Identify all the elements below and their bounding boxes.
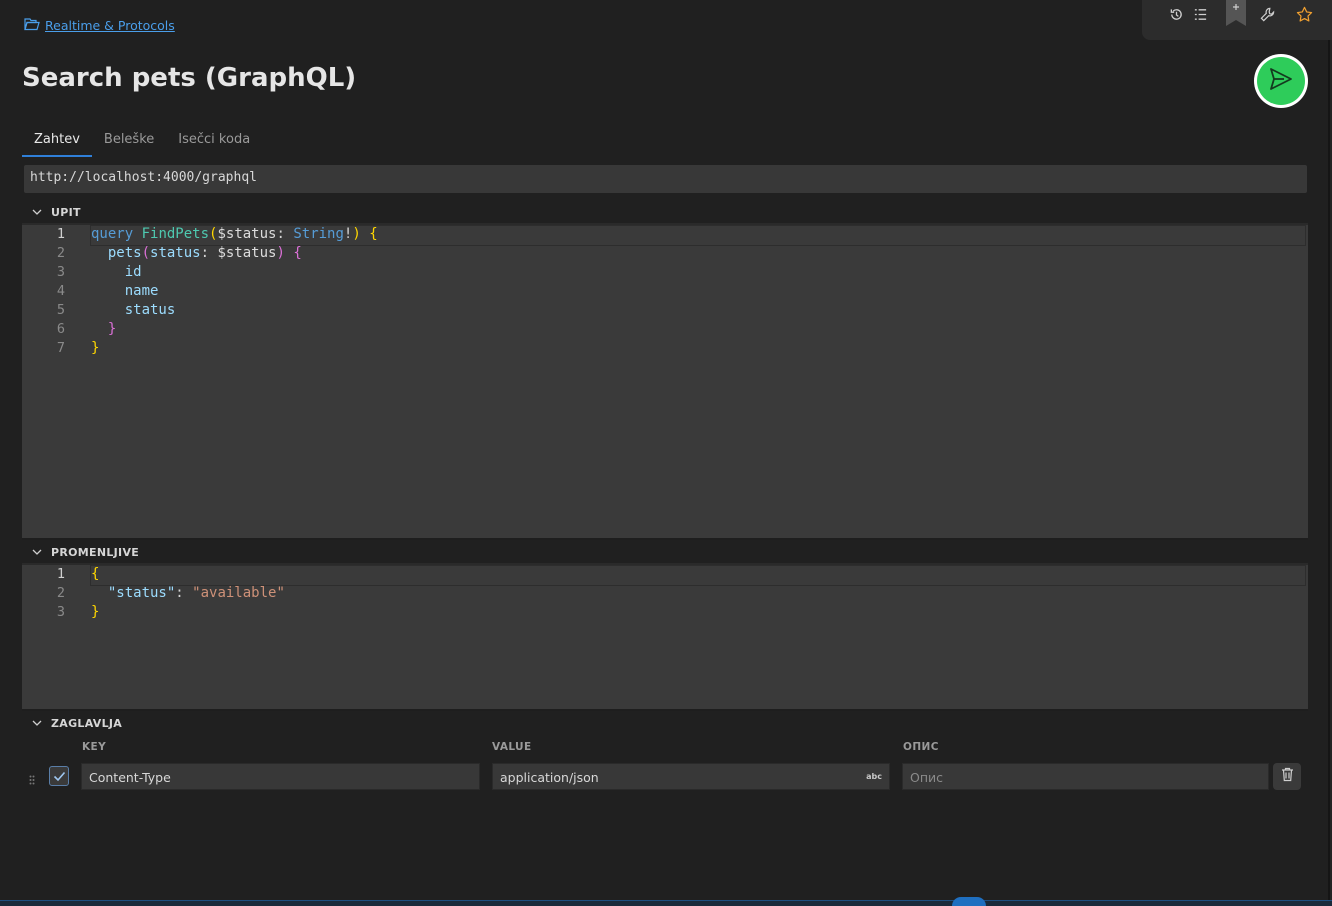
- toolbar: [1142, 0, 1332, 40]
- chevron-down-icon: [32, 206, 42, 219]
- code-line: 4 name: [56, 283, 159, 299]
- key-column-header: KEY: [82, 741, 107, 753]
- delete-header-button[interactable]: [1273, 763, 1301, 790]
- trash-icon: [1281, 767, 1294, 786]
- code-line: 7}: [56, 340, 100, 356]
- wrench-icon[interactable]: [1258, 5, 1276, 23]
- code-line: 1{: [22, 565, 1308, 586]
- header-enabled-checkbox[interactable]: [49, 766, 69, 786]
- code-line: 1 query FindPets($status: String!) {: [22, 225, 1308, 246]
- checkmark-icon: [53, 767, 66, 786]
- status-bar: [0, 900, 1332, 906]
- page-title: Search pets (GraphQL): [22, 63, 357, 93]
- header-key-input[interactable]: Content-Type: [81, 763, 480, 790]
- list-icon[interactable]: [1191, 5, 1209, 23]
- chevron-down-icon: [32, 546, 42, 559]
- value-column-header: VALUE: [492, 741, 532, 753]
- headers-section-header[interactable]: ZAGLAVLJA: [32, 717, 122, 730]
- variables-section-label: PROMENLJIVE: [51, 546, 140, 559]
- description-column-header: ОПИС: [903, 741, 939, 753]
- query-section-label: UPIT: [51, 206, 81, 219]
- chevron-down-icon: [32, 717, 42, 730]
- star-icon[interactable]: [1295, 5, 1313, 23]
- variables-editor[interactable]: 1{ 2 "status": "available" 3}: [22, 563, 1308, 711]
- bookmark-icon[interactable]: [1226, 0, 1246, 26]
- headers-section-label: ZAGLAVLJA: [51, 717, 123, 730]
- header-description-input[interactable]: Опис: [902, 763, 1269, 790]
- tab-notes[interactable]: Beleške: [92, 128, 166, 157]
- header-value-input[interactable]: application/json abc: [492, 763, 890, 790]
- query-section-header[interactable]: UPIT: [32, 206, 81, 219]
- code-line: 6 }: [56, 321, 117, 337]
- header-value-text: application/json: [500, 770, 599, 785]
- send-button[interactable]: [1254, 54, 1308, 108]
- tab-request[interactable]: Zahtev: [22, 128, 92, 157]
- activity-indicator: [952, 897, 986, 906]
- text-type-badge[interactable]: abc: [866, 772, 882, 781]
- query-editor[interactable]: 1 query FindPets($status: String!) { 2 pe…: [22, 223, 1308, 540]
- breadcrumb-label: Realtime & Protocols: [45, 18, 175, 33]
- send-icon: [1268, 66, 1294, 96]
- url-input[interactable]: http://localhost:4000/graphql: [24, 165, 1307, 193]
- folder-icon: [24, 17, 40, 34]
- code-line: 2 pets(status: $status) {: [56, 245, 302, 261]
- breadcrumb[interactable]: Realtime & Protocols: [24, 17, 175, 34]
- code-line: 3}: [56, 604, 100, 620]
- history-icon[interactable]: [1167, 5, 1185, 23]
- variables-section-header[interactable]: PROMENLJIVE: [32, 546, 139, 559]
- code-line: 2 "status": "available": [56, 585, 285, 601]
- drag-handle-icon[interactable]: [29, 770, 35, 789]
- code-line: 3 id: [56, 264, 142, 280]
- code-line: 5 status: [56, 302, 176, 318]
- request-tabs: Zahtev Beleške Isečci koda: [22, 128, 262, 157]
- tab-code-snippets[interactable]: Isečci koda: [166, 128, 262, 157]
